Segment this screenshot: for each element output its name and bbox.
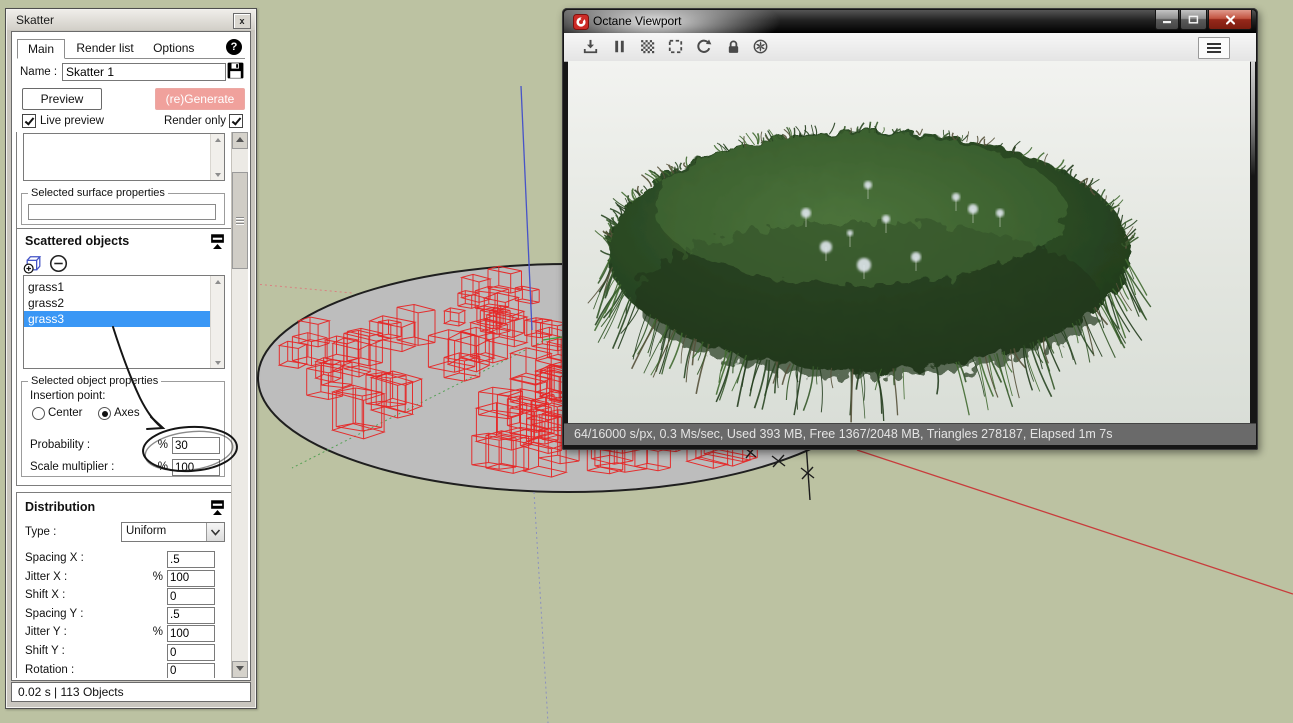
tab-options[interactable]: Options	[145, 38, 202, 57]
octane-logo-icon	[573, 14, 589, 33]
octane-titlebar[interactable]: Octane Viewport	[564, 10, 1256, 33]
name-label: Name :	[20, 66, 58, 78]
type-label: Type :	[25, 526, 57, 538]
dist-row-label: Jitter X :	[25, 570, 68, 583]
dist-row-input[interactable]	[167, 588, 215, 606]
dist-row-input[interactable]	[167, 625, 215, 643]
dist-row-input[interactable]	[167, 606, 215, 624]
render-only-checkbox[interactable]	[229, 114, 243, 128]
dist-row-label: Spacing Y :	[25, 607, 84, 620]
radio-center[interactable]	[32, 407, 45, 420]
distribution-header: Distribution	[25, 500, 96, 514]
octane-window-title: Octane Viewport	[593, 14, 682, 28]
skatter-panel: Skatter x Main Render list Options ? Nam…	[5, 8, 257, 709]
name-input[interactable]	[62, 63, 226, 81]
object-properties-group: Selected object properties Insertion poi…	[21, 375, 225, 477]
dist-row-label: Jitter Y :	[25, 626, 67, 639]
pause-icon[interactable]	[611, 38, 628, 55]
dist-row-prefix: %	[152, 570, 163, 583]
surface-properties-legend: Selected surface properties	[31, 187, 165, 199]
object-properties-legend: Selected object properties	[31, 375, 159, 387]
menu-icon[interactable]	[1198, 37, 1230, 59]
preview-button[interactable]: Preview	[22, 88, 102, 110]
scattered-objects-list[interactable]: grass1 grass2 grass3	[23, 275, 225, 369]
surface-properties-box	[28, 204, 216, 220]
live-preview-label: Live preview	[40, 115, 104, 127]
objects-list-scrollbar[interactable]	[210, 276, 224, 368]
radio-center-label: Center	[48, 407, 83, 419]
radio-axes-label: Axes	[114, 407, 140, 419]
region-icon[interactable]	[667, 38, 684, 55]
probability-prefix: %	[157, 439, 168, 451]
scale-prefix: %	[157, 461, 168, 473]
red-axis	[856, 449, 1293, 595]
type-value: Uniform	[126, 525, 167, 537]
dist-row-label: Rotation :	[25, 663, 75, 676]
skatter-content: Main Render list Options ? Name : Previe…	[11, 31, 251, 681]
scroll-up-icon[interactable]	[232, 132, 248, 149]
skatter-status-bar: 0.02 s | 113 Objects	[11, 682, 251, 702]
list-item-grass1[interactable]: grass1	[24, 279, 211, 295]
lock-icon[interactable]	[725, 38, 742, 55]
scrollbar-thumb[interactable]	[232, 172, 248, 269]
red-axis-dotted	[254, 283, 353, 294]
save-icon[interactable]	[582, 38, 599, 55]
surfaces-list[interactable]	[23, 133, 225, 181]
collapse-section-icon[interactable]	[209, 233, 226, 255]
close-icon[interactable]	[1208, 10, 1252, 30]
regenerate-button[interactable]: (re)Generate	[155, 88, 245, 110]
blue-axis-dotted	[533, 491, 549, 723]
dist-row-prefix: %	[152, 626, 163, 639]
distribution-section: Distribution Type : Uniform Spacing X :	[16, 492, 232, 678]
minimize-icon[interactable]	[1155, 10, 1179, 30]
probability-input[interactable]	[172, 437, 220, 454]
list-item-grass3[interactable]: grass3	[24, 311, 211, 327]
dist-row-input[interactable]	[167, 551, 215, 568]
type-select[interactable]: Uniform	[121, 522, 225, 542]
render-view[interactable]	[568, 61, 1250, 424]
close-icon[interactable]: x	[233, 13, 251, 29]
scattered-objects-header: Scattered objects	[25, 234, 130, 248]
panel-scroll-area: Selected surface properties Scattered ob…	[14, 132, 248, 678]
grass-render	[587, 121, 1152, 423]
octane-status-bar: 64/16000 s/px, 0.3 Ms/sec, Used 393 MB, …	[564, 423, 1256, 445]
render-only-label: Render only	[163, 115, 226, 127]
save-icon[interactable]	[226, 61, 245, 85]
scale-multiplier-input[interactable]	[172, 459, 220, 476]
radio-axes[interactable]	[98, 407, 111, 420]
tab-main[interactable]: Main	[17, 39, 66, 59]
octane-toolbar	[564, 33, 1256, 62]
render-scroll-strip[interactable]	[1251, 61, 1255, 424]
octane-viewport-window: Octane Viewport 64/16000 s/px, 0.3 Ms/se…	[562, 8, 1258, 450]
live-preview-checkbox[interactable]	[22, 114, 36, 128]
tab-bar: Main Render list Options ?	[17, 38, 245, 59]
skatter-title: Skatter	[16, 13, 55, 27]
scale-multiplier-label: Scale multiplier :	[30, 461, 115, 473]
dist-row-label: Shift X :	[25, 589, 66, 602]
dist-row-input[interactable]	[167, 662, 215, 678]
panel-scrollbar[interactable]	[231, 132, 248, 678]
chevron-down-icon[interactable]	[206, 523, 224, 541]
list-item-grass2[interactable]: grass2	[24, 295, 211, 311]
surface-properties-group: Selected surface properties	[21, 187, 225, 225]
dist-row-input[interactable]	[167, 644, 215, 661]
insertion-point-label: Insertion point:	[30, 390, 106, 402]
skatter-titlebar[interactable]: Skatter x	[7, 10, 255, 30]
dither-icon[interactable]	[639, 38, 656, 55]
scattered-objects-section: Scattered objects grass1 grass2 grass3 S…	[16, 228, 232, 486]
dist-row-label: Shift Y :	[25, 645, 65, 657]
help-icon[interactable]: ?	[226, 39, 242, 55]
kernel-icon[interactable]	[752, 38, 769, 55]
surfaces-list-scrollbar[interactable]	[210, 134, 224, 180]
dist-row-input[interactable]	[167, 569, 215, 587]
tab-render-list[interactable]: Render list	[68, 38, 141, 57]
collapse-section-icon[interactable]	[209, 499, 226, 521]
scroll-down-icon[interactable]	[232, 661, 248, 678]
maximize-icon[interactable]	[1180, 10, 1207, 30]
refresh-icon[interactable]	[695, 38, 712, 55]
dist-row-label: Spacing X :	[25, 552, 84, 564]
probability-label: Probability :	[30, 439, 91, 451]
